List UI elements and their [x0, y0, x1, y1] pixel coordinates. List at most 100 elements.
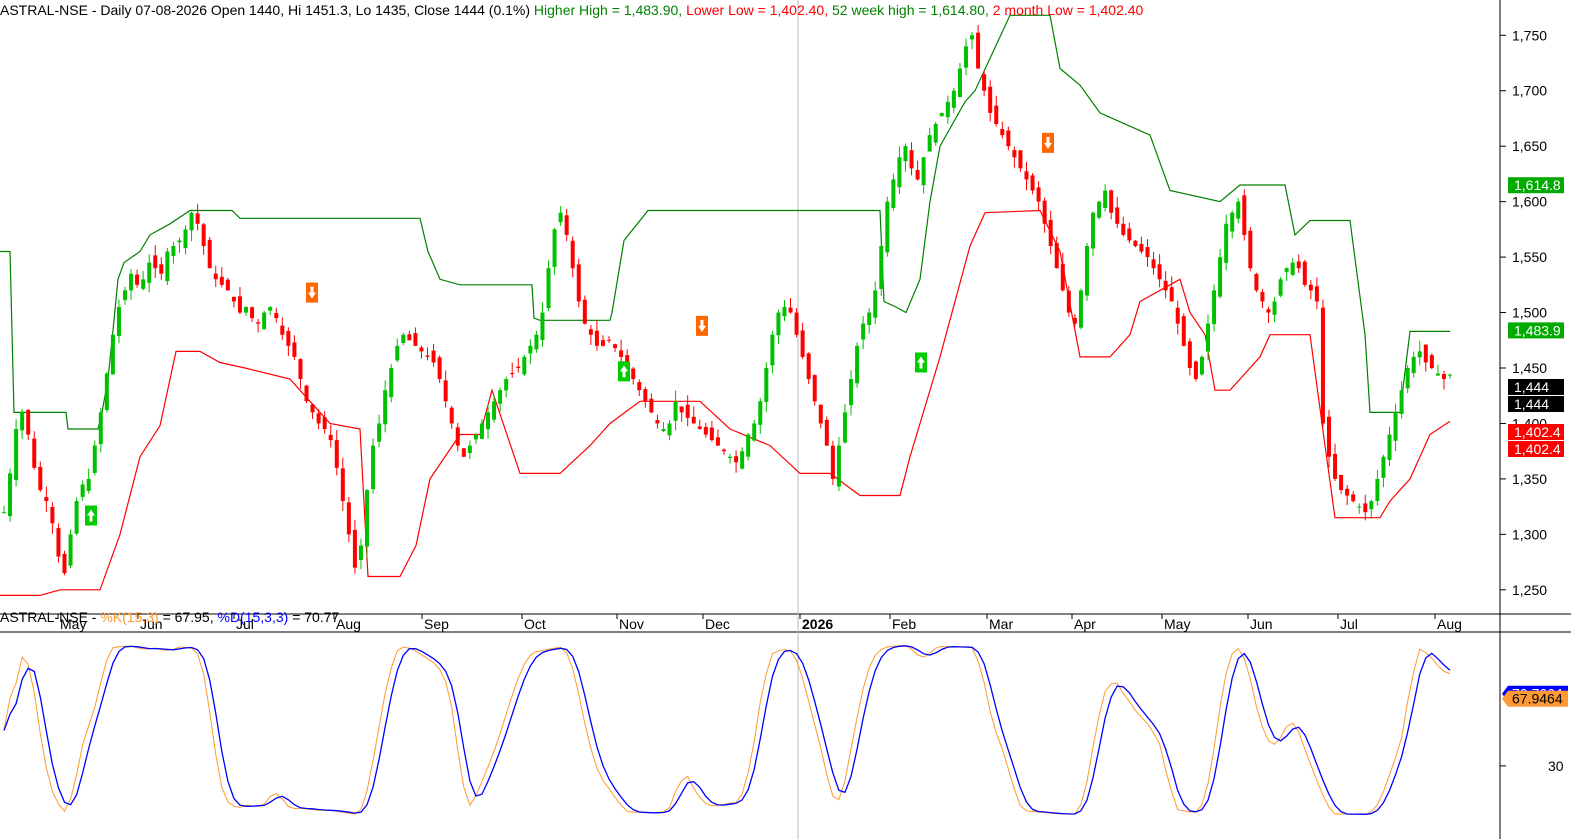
candle [830, 440, 835, 486]
candle [921, 157, 926, 194]
candle [1345, 484, 1350, 506]
candle [225, 277, 230, 291]
candle [389, 363, 394, 403]
candle [697, 419, 702, 430]
candle [957, 63, 962, 98]
candle [1018, 150, 1023, 172]
lower-low-path [0, 209, 1451, 596]
candle [1375, 470, 1380, 506]
x-tick-label: Jul [1340, 616, 1358, 632]
candle [98, 407, 103, 453]
candle [588, 325, 593, 345]
candle [982, 70, 987, 97]
candle [425, 347, 430, 361]
price-badge: 1,444 [1508, 379, 1564, 395]
candle [1296, 254, 1301, 273]
candle [1145, 239, 1150, 267]
candle [988, 80, 993, 122]
candle [715, 429, 720, 446]
candle [1254, 272, 1259, 293]
x-tick-label: Apr [1074, 616, 1096, 632]
candle [135, 269, 140, 288]
stoch-k-value: = 67.95, [162, 609, 214, 625]
candle [1314, 277, 1319, 310]
candle [788, 298, 793, 314]
candle [728, 453, 733, 464]
candle [800, 322, 805, 360]
candle [1333, 443, 1338, 481]
candle [806, 352, 811, 385]
candle [1290, 257, 1295, 277]
x-tick-label: May [1164, 616, 1190, 632]
candle [280, 317, 285, 340]
y-tick-label: 1,300 [1512, 526, 1547, 542]
candle [1387, 426, 1392, 466]
interval-label: Daily [100, 2, 132, 18]
candle [740, 447, 745, 470]
candle [879, 242, 884, 296]
candle [1429, 353, 1434, 370]
y-tick-label: 1,750 [1512, 27, 1547, 43]
candle [703, 422, 708, 438]
candle [1169, 276, 1174, 302]
candle [939, 112, 944, 117]
stoch-badge: 67.9464 [1502, 690, 1568, 707]
candle [546, 260, 551, 312]
candle [365, 489, 370, 558]
candle [1091, 211, 1096, 257]
x-tick-label: Nov [619, 616, 644, 632]
candle [461, 447, 466, 458]
stoch-k-line [3, 645, 1451, 815]
candle [945, 95, 950, 124]
candle [1405, 365, 1410, 394]
y-tick-label: 1,500 [1512, 305, 1547, 321]
candle [1363, 494, 1368, 521]
x-tick-label: Aug [1437, 616, 1462, 632]
candle [836, 436, 841, 492]
stoch-badge-text: 67.9464 [1512, 691, 1563, 707]
candle [1163, 271, 1168, 299]
candle [219, 267, 224, 288]
candle [1435, 364, 1440, 376]
candle [607, 335, 612, 344]
candle [855, 342, 860, 388]
candle [74, 497, 79, 536]
candle [358, 538, 363, 570]
stochastic-panel: 30 [3, 645, 1564, 815]
chart-canvas[interactable]: May Jun Jul Aug Sep Oct Nov Dec 2026 Feb Mar Apr May… [0, 0, 1571, 839]
candle [352, 519, 357, 574]
candle [268, 306, 273, 316]
candle [576, 258, 581, 308]
candle [909, 142, 914, 176]
candle [897, 146, 902, 195]
candle [244, 306, 249, 316]
price-badge: 1,614.8 [1508, 177, 1564, 194]
candle [274, 307, 279, 323]
sell-arrow-icon [1042, 132, 1054, 153]
candle [582, 295, 587, 325]
month2-low-label: 2 month Low = 1,402.40 [992, 2, 1144, 18]
price-badge: 1,402.4 [1508, 424, 1564, 440]
x-tick-label: Sep [424, 616, 449, 632]
candle [776, 309, 781, 344]
candle [516, 357, 521, 373]
y-tick-label: 1,350 [1512, 471, 1547, 487]
y-tick-label: 1,600 [1512, 194, 1547, 210]
price-badge-text: 1,402.4 [1514, 424, 1561, 440]
candle [1260, 288, 1265, 309]
candle [1024, 162, 1029, 191]
y-tick-label: 1,650 [1512, 138, 1547, 154]
candle [56, 523, 61, 563]
stoch-k-label: %K(15,3) [100, 609, 159, 625]
candle [213, 265, 218, 288]
candle [1272, 296, 1277, 323]
candle [304, 384, 309, 404]
x-tick-label: Feb [892, 616, 916, 632]
candle [770, 330, 775, 374]
candle [649, 393, 654, 414]
candle [286, 327, 291, 357]
candle [885, 196, 890, 257]
candle [1133, 239, 1138, 248]
candle [1127, 222, 1132, 244]
buy-arrow-icon [85, 505, 97, 526]
